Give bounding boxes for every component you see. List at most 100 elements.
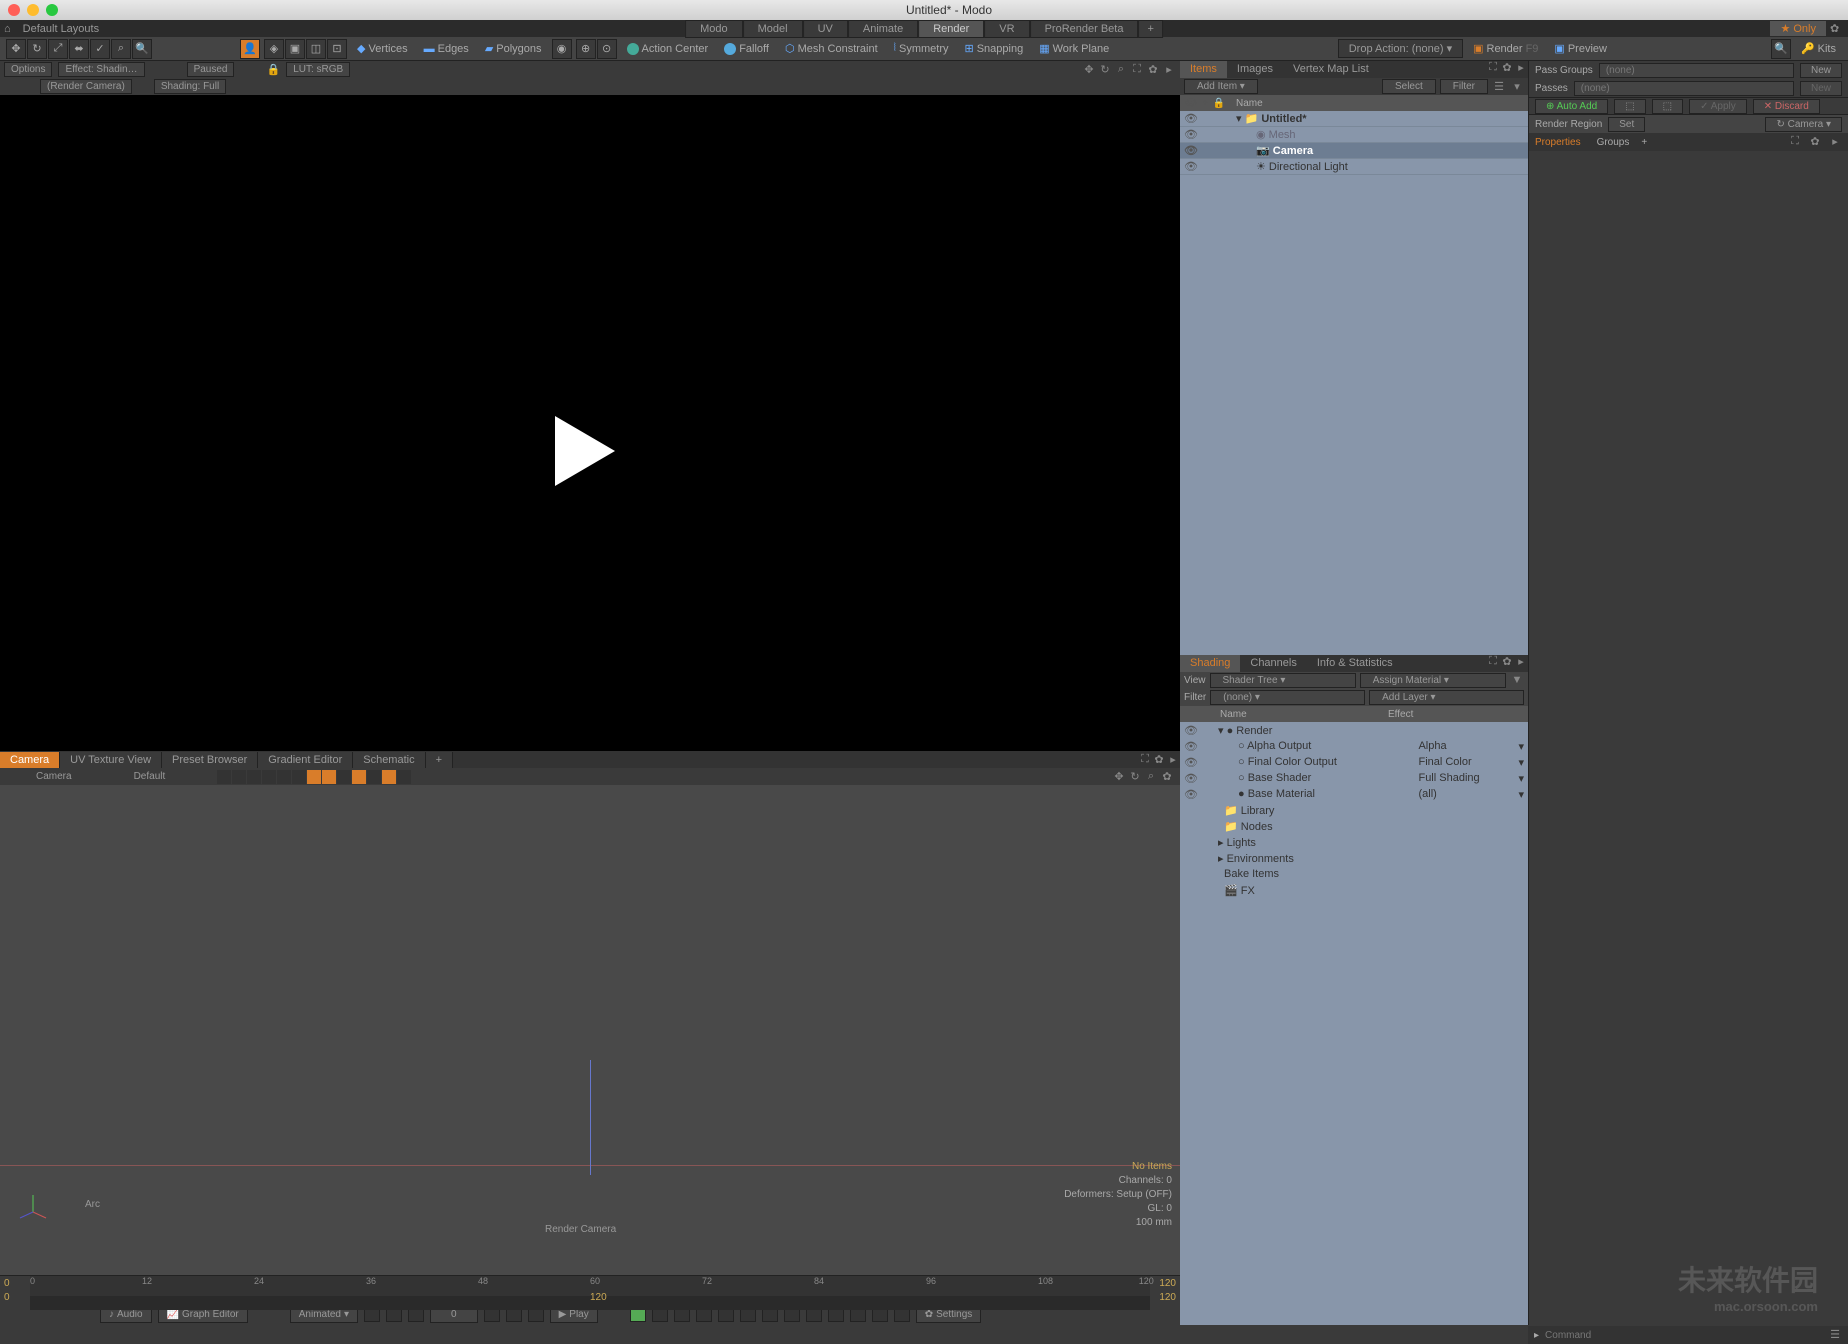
mode7-icon[interactable] <box>397 770 411 784</box>
mode1-icon[interactable] <box>307 770 321 784</box>
shader-tree-dropdown[interactable]: Shader Tree ▾ <box>1210 673 1356 688</box>
lasso-tool-icon[interactable]: ⌕ <box>111 39 131 59</box>
pan-icon[interactable]: ✥ <box>1112 770 1126 784</box>
work-plane-button[interactable]: ▦Work Plane <box>1033 42 1115 55</box>
tab-render[interactable]: Render <box>918 20 984 38</box>
polygons-button[interactable]: ▰Polygons <box>479 42 548 55</box>
tab-modo[interactable]: Modo <box>685 20 743 38</box>
play-icon[interactable] <box>555 416 615 486</box>
arrow-icon[interactable]: ▸ <box>1514 655 1528 669</box>
expand-icon[interactable]: ⛶ <box>1788 135 1802 149</box>
transform-tool-icon[interactable]: ⬌ <box>69 39 89 59</box>
new-group-button[interactable]: New <box>1800 63 1842 78</box>
camera-dropdown[interactable]: (Render Camera) <box>40 79 132 94</box>
mode2-icon[interactable] <box>322 770 336 784</box>
default-label[interactable]: Default <box>104 770 196 783</box>
pivot-icon[interactable]: ⊕ <box>576 39 596 59</box>
texture-icon[interactable] <box>247 770 261 784</box>
action-center-dropdown[interactable]: Action Center <box>621 43 715 55</box>
list-icon[interactable]: ☰ <box>1492 80 1506 94</box>
item-row-light[interactable]: 👁 ☀ Directional Light <box>1180 159 1528 175</box>
select-tool-icon[interactable]: ✓ <box>90 39 110 59</box>
falloff-dropdown[interactable]: Falloff <box>718 43 775 55</box>
expand-icon[interactable]: ⛶ <box>1138 753 1152 767</box>
camera-label[interactable]: Camera <box>6 770 102 783</box>
gear-icon[interactable]: ✿ <box>1500 61 1514 75</box>
material-mode-icon[interactable]: ◉ <box>552 39 572 59</box>
vertices-button[interactable]: ◆Vertices <box>351 42 414 55</box>
discard-button[interactable]: ✕ Discard <box>1753 99 1820 114</box>
mode4-icon[interactable] <box>352 770 366 784</box>
rotate-tool-icon[interactable]: ↻ <box>27 39 47 59</box>
item-row-mesh[interactable]: 👁 ◉ Mesh <box>1180 127 1528 143</box>
minimize-window-icon[interactable] <box>27 4 39 16</box>
item-mode-icon[interactable]: 👤 <box>240 39 260 59</box>
gear-icon[interactable]: ✿ <box>1152 753 1166 767</box>
lock-icon[interactable]: 🔒 <box>266 63 280 76</box>
render-preview-viewport[interactable]: Options Effect: Shadin… Paused 🔒 LUT: sR… <box>0 61 1180 751</box>
tab-preset-browser[interactable]: Preset Browser <box>162 752 258 768</box>
lut-dropdown[interactable]: LUT: sRGB <box>286 62 350 77</box>
tab-uv[interactable]: UV <box>803 20 848 38</box>
tab-items[interactable]: Items <box>1180 61 1227 78</box>
tab-uv-texture[interactable]: UV Texture View <box>60 752 162 768</box>
gear-icon[interactable]: ✿ <box>1500 655 1514 669</box>
tab-add[interactable]: + <box>1138 20 1162 38</box>
add-prop-tab[interactable]: + <box>1641 137 1647 148</box>
gear-icon[interactable]: ✿ <box>1808 135 1822 149</box>
add-item-dropdown[interactable]: Add Item ▾ <box>1184 79 1258 94</box>
only-button[interactable]: ★ Only <box>1770 21 1826 36</box>
expand-icon[interactable]: ⛶ <box>1486 655 1500 669</box>
new-pass-button[interactable]: New <box>1800 81 1842 96</box>
poly-mode-icon[interactable]: ▣ <box>285 39 305 59</box>
render-button[interactable]: ▣Render F9 <box>1467 42 1544 55</box>
filter-dropdown[interactable]: (none) ▾ <box>1210 690 1365 705</box>
zoom-icon[interactable]: ⌕ <box>1114 63 1128 77</box>
filter-icon[interactable]: ▼ <box>1510 674 1524 688</box>
item-row-camera[interactable]: 👁 📷 Camera <box>1180 143 1528 159</box>
effect-dropdown[interactable]: Effect: Shadin… <box>58 62 144 77</box>
shader-tree-list[interactable]: Name Effect 👁▾ ● Render 👁○ Alpha OutputA… <box>1180 706 1528 1325</box>
arrow-icon[interactable]: ▸ <box>1162 63 1176 77</box>
add-layer-dropdown[interactable]: Add Layer ▾ <box>1369 690 1524 705</box>
vert-mode-icon[interactable]: ⊡ <box>327 39 347 59</box>
tab-schematic[interactable]: Schematic <box>353 752 425 768</box>
tab-info-stats[interactable]: Info & Statistics <box>1307 655 1403 672</box>
mesh-mode-icon[interactable]: ◈ <box>264 39 284 59</box>
gear-icon[interactable]: ✿ <box>1146 63 1160 77</box>
mode5-icon[interactable] <box>367 770 381 784</box>
auto-add-button[interactable]: ⊕ Auto Add <box>1535 99 1608 114</box>
pause-button[interactable]: Paused <box>187 62 235 77</box>
mode3-icon[interactable] <box>337 770 351 784</box>
preview-button[interactable]: ▣Preview <box>1548 42 1613 55</box>
cmd-history-icon[interactable]: ☰ <box>1828 1328 1842 1342</box>
search-icon[interactable]: 🔍 <box>1771 39 1791 59</box>
orbit-icon[interactable]: ↻ <box>1098 63 1112 77</box>
tab-gradient-editor[interactable]: Gradient Editor <box>258 752 353 768</box>
shading-dropdown[interactable]: Shading: Full <box>154 79 226 94</box>
wireframe-icon[interactable] <box>217 770 231 784</box>
close-window-icon[interactable] <box>8 4 20 16</box>
layouts-dropdown[interactable]: Default Layouts <box>23 23 99 35</box>
tab-vertex-map[interactable]: Vertex Map List <box>1283 61 1379 78</box>
tab-camera[interactable]: Camera <box>0 752 60 768</box>
fit-icon[interactable]: ⛶ <box>1130 63 1144 77</box>
arrow-icon[interactable]: ▸ <box>1166 753 1180 767</box>
tab-animate[interactable]: Animate <box>848 20 918 38</box>
tab-properties[interactable]: Properties <box>1535 137 1581 148</box>
command-bar[interactable]: ▸ Command ☰ <box>1528 1326 1848 1344</box>
edges-button[interactable]: ▬Edges <box>418 43 475 55</box>
drop-action-dropdown[interactable]: Drop Action: (none) ▾ <box>1338 39 1463 58</box>
arrow-icon[interactable]: ▸ <box>1828 135 1842 149</box>
scale-tool-icon[interactable]: ⤢ <box>48 39 68 59</box>
maximize-window-icon[interactable] <box>46 4 58 16</box>
arrow-icon[interactable]: ▸ <box>1514 61 1528 75</box>
light-icon[interactable] <box>262 770 276 784</box>
expand-icon[interactable]: ⛶ <box>1486 61 1500 75</box>
axis-gizmo-icon[interactable] <box>18 1190 48 1220</box>
opt2-icon[interactable]: ⬚ <box>1652 99 1683 114</box>
select-button[interactable]: Select <box>1382 79 1436 94</box>
apply-button[interactable]: ✓ Apply <box>1689 99 1747 114</box>
mode6-icon[interactable] <box>382 770 396 784</box>
shaded-icon[interactable] <box>232 770 246 784</box>
